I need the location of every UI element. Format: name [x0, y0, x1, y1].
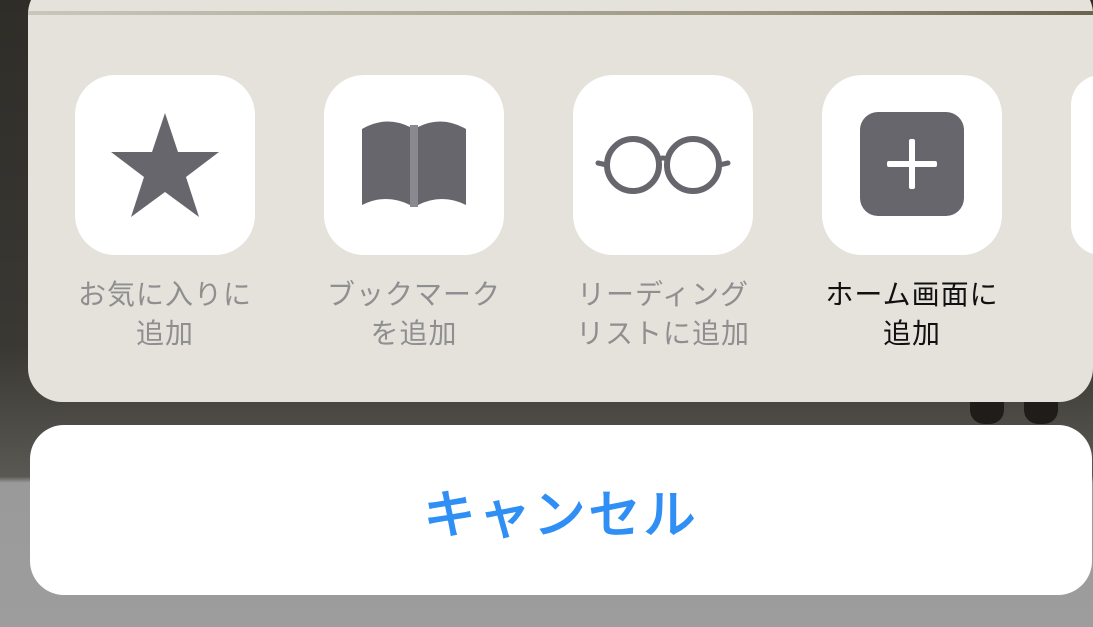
bookmark-label-line1: ブックマーク [326, 278, 501, 311]
book-icon [362, 121, 466, 207]
home-screen-tile[interactable] [822, 75, 1002, 255]
cancel-label: キャンセル [423, 485, 699, 546]
next-action-tile[interactable] [1071, 75, 1093, 255]
glasses-icon [595, 136, 731, 194]
home-screen-label: ホーム画面に 追加 [775, 275, 1049, 353]
bookmark-tile[interactable] [324, 75, 504, 255]
panel-divider [28, 11, 1093, 15]
reading-list-label-line2: リストに追加 [575, 317, 750, 350]
home-screen-label-line1: ホーム画面に [825, 278, 999, 311]
star-icon [111, 113, 219, 217]
share-actions-panel: お気に入りに 追加 ブックマーク を追加 リーディング リストに追加 ホーム画面… [28, 0, 1093, 402]
favorites-label-line1: お気に入りに [77, 278, 252, 311]
reading-list-label: リーディング リストに追加 [526, 275, 800, 353]
plus-square-icon [860, 112, 964, 216]
home-screen-label-line2: 追加 [882, 317, 941, 350]
bookmark-label: ブックマーク を追加 [277, 275, 551, 353]
reading-list-tile[interactable] [573, 75, 753, 255]
favorites-tile[interactable] [75, 75, 255, 255]
favorites-label: お気に入りに 追加 [28, 275, 302, 353]
bookmark-label-line2: を追加 [370, 317, 458, 350]
favorites-label-line2: 追加 [135, 317, 194, 350]
reading-list-label-line1: リーディング [576, 278, 750, 311]
cancel-button[interactable]: キャンセル [30, 425, 1092, 595]
